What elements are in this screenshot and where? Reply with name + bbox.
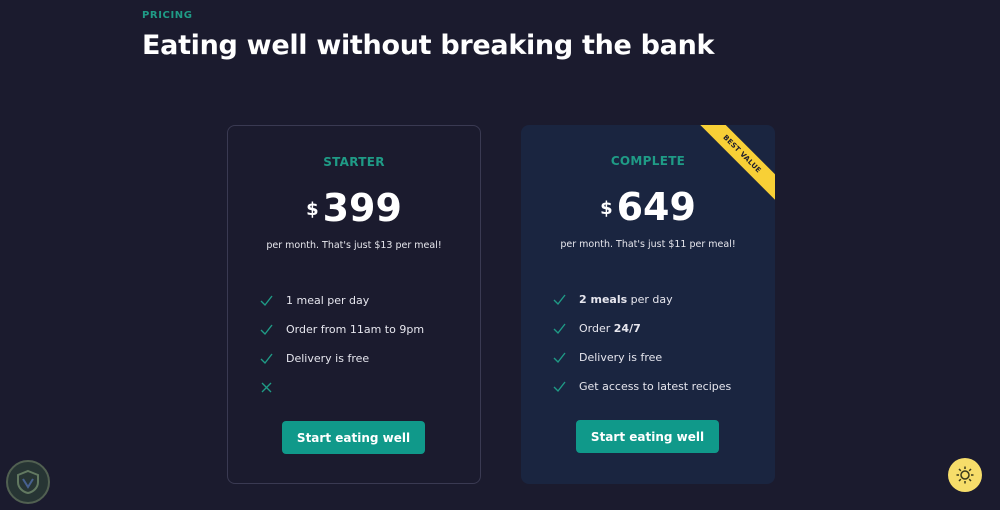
pricing-card-complete: BEST VALUE COMPLETE $649 per month. That… [521, 125, 775, 484]
pricing-card-starter: STARTER $399 per month. That's just $13 … [227, 125, 481, 484]
check-icon [552, 379, 567, 394]
feature-item: Get access to latest recipes [552, 372, 731, 401]
feature-bold: 2 meals [579, 293, 628, 306]
theme-toggle-button[interactable] [948, 458, 982, 492]
feature-item [259, 373, 424, 402]
pricing-eyebrow: PRICING [142, 10, 193, 21]
plan-name: COMPLETE [610, 154, 686, 168]
feature-text: Delivery is free [286, 352, 370, 365]
feature-pre: Order [579, 322, 614, 335]
feature-text: Order 24/7 [579, 322, 641, 335]
feature-text: 1 meal per day [286, 294, 370, 307]
x-icon [259, 380, 274, 395]
feature-item: 2 meals per day [552, 285, 731, 314]
price: $649 [521, 185, 775, 229]
start-eating-well-button[interactable]: Start eating well [282, 421, 425, 454]
feature-text: Order from 11am to 9pm [286, 323, 425, 336]
feature-item: 1 meal per day [259, 286, 424, 315]
check-icon [259, 293, 274, 308]
check-icon [552, 321, 567, 336]
check-icon [552, 292, 567, 307]
sun-icon [956, 466, 974, 484]
plan-name: STARTER [323, 155, 385, 169]
price-amount: 649 [616, 185, 696, 229]
currency-symbol: $ [600, 198, 613, 219]
feature-text: Get access to latest recipes [579, 380, 732, 393]
feature-item: Delivery is free [259, 344, 424, 373]
check-icon [552, 350, 567, 365]
feature-text: Delivery is free [579, 351, 663, 364]
feature-list: 1 meal per day Order from 11am to 9pm De… [259, 286, 424, 402]
check-icon [259, 351, 274, 366]
shield-icon [6, 460, 50, 504]
price-amount: 399 [322, 186, 402, 230]
feature-item: Order 24/7 [552, 314, 731, 343]
page-title: Eating well without breaking the bank [142, 30, 715, 61]
price-note: per month. That's just $13 per meal! [266, 240, 442, 251]
currency-symbol: $ [306, 199, 319, 220]
feature-item: Order from 11am to 9pm [259, 315, 424, 344]
feature-list: 2 meals per day Order 24/7 Delivery is f… [552, 285, 731, 401]
start-eating-well-button[interactable]: Start eating well [576, 420, 719, 453]
price-note: per month. That's just $11 per meal! [560, 239, 736, 250]
feature-item: Delivery is free [552, 343, 731, 372]
feature-post: per day [627, 293, 673, 306]
feature-text: 2 meals per day [579, 293, 673, 306]
price: $399 [228, 186, 480, 230]
check-icon [259, 322, 274, 337]
feature-bold: 24/7 [613, 322, 641, 335]
